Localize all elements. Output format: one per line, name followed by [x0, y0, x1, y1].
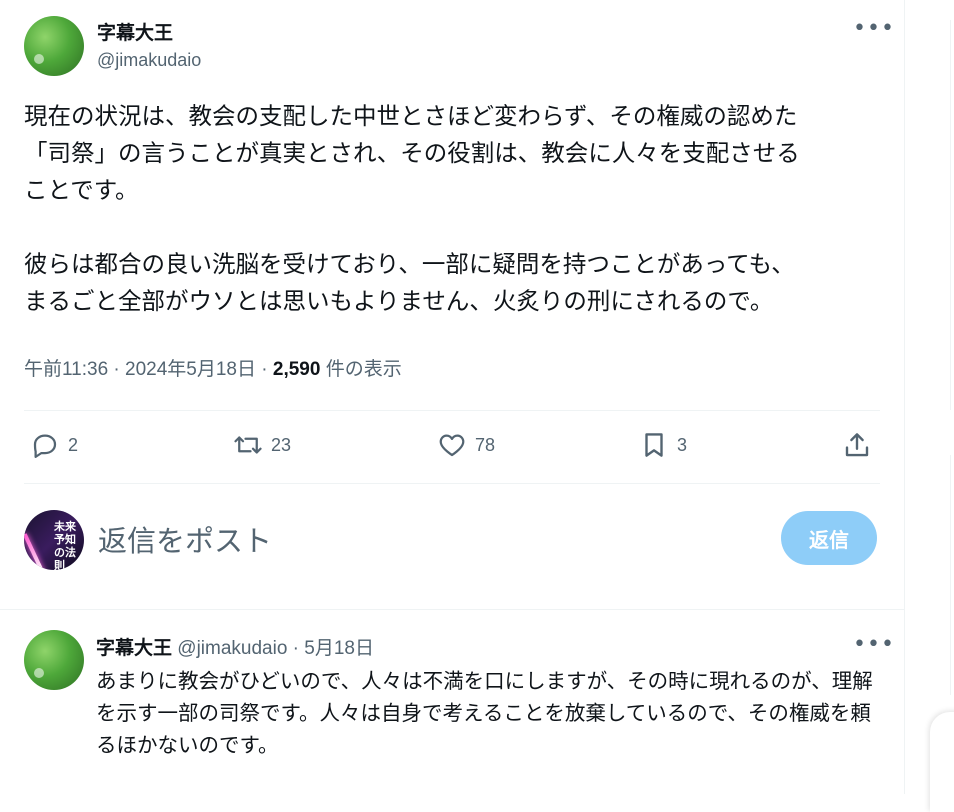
- share-icon: [845, 433, 869, 457]
- sidebar-edge: [950, 455, 951, 695]
- reply-button[interactable]: 返信: [781, 511, 877, 565]
- share-action[interactable]: [842, 430, 880, 460]
- tweet-timestamp[interactable]: 午前11:36 · 2024年5月18日 ·: [24, 359, 273, 380]
- view-count[interactable]: 2,590: [273, 359, 321, 380]
- reply-more-options-icon[interactable]: •••: [853, 632, 895, 657]
- bookmark-icon: [645, 433, 663, 457]
- view-count-label: 件の表示: [320, 359, 402, 380]
- more-options-icon[interactable]: •••: [853, 16, 895, 41]
- avatar-text: 未来予知の法則: [54, 520, 76, 570]
- retweet-action[interactable]: 23: [233, 430, 291, 460]
- sidebar-edge: [950, 20, 951, 410]
- reply-action[interactable]: 2: [30, 430, 78, 460]
- reply-author-handle[interactable]: @jimakudaio · 5月18日: [172, 638, 374, 659]
- retweet-icon: [234, 436, 262, 454]
- retweet-count: 23: [271, 434, 292, 455]
- reply-author: 字幕大王 @jimakudaio · 5月18日: [96, 633, 374, 660]
- bookmark-action[interactable]: 3: [639, 430, 687, 460]
- tweet-text: 現在の状況は、教会の支配した中世とさほど変わらず、その権威の認めた 「司祭」の言…: [24, 102, 800, 315]
- avatar-decoration: [24, 533, 46, 570]
- reply-count: 2: [68, 434, 79, 455]
- author-avatar[interactable]: [24, 16, 84, 76]
- reply-author-name[interactable]: 字幕大王: [96, 637, 172, 659]
- author-handle[interactable]: @jimakudaio: [97, 50, 201, 71]
- reply-input[interactable]: 返信をポスト: [98, 518, 272, 560]
- user-avatar[interactable]: 未来予知の法則: [24, 510, 84, 570]
- sidebar-card: [930, 712, 954, 812]
- reply-icon: [33, 434, 57, 458]
- author-name[interactable]: 字幕大王: [97, 18, 173, 45]
- divider: [24, 483, 880, 484]
- divider: [0, 609, 904, 610]
- heart-icon: [439, 434, 465, 457]
- like-action[interactable]: 78: [437, 430, 495, 460]
- bookmark-count: 3: [677, 434, 688, 455]
- like-count: 78: [475, 434, 496, 455]
- tweet-column: 字幕大王 @jimakudaio ••• 現在の状況は、教会の支配した中世とさほ…: [0, 0, 905, 794]
- reply-text: あまりに教会がひどいので、人々は不満を口にしますが、その時に現れるのが、理解を示…: [96, 669, 873, 757]
- tweet-meta: 午前11:36 · 2024年5月18日 · 2,590 件の表示: [24, 354, 402, 381]
- reply-author-avatar[interactable]: [24, 630, 84, 690]
- divider: [24, 410, 880, 411]
